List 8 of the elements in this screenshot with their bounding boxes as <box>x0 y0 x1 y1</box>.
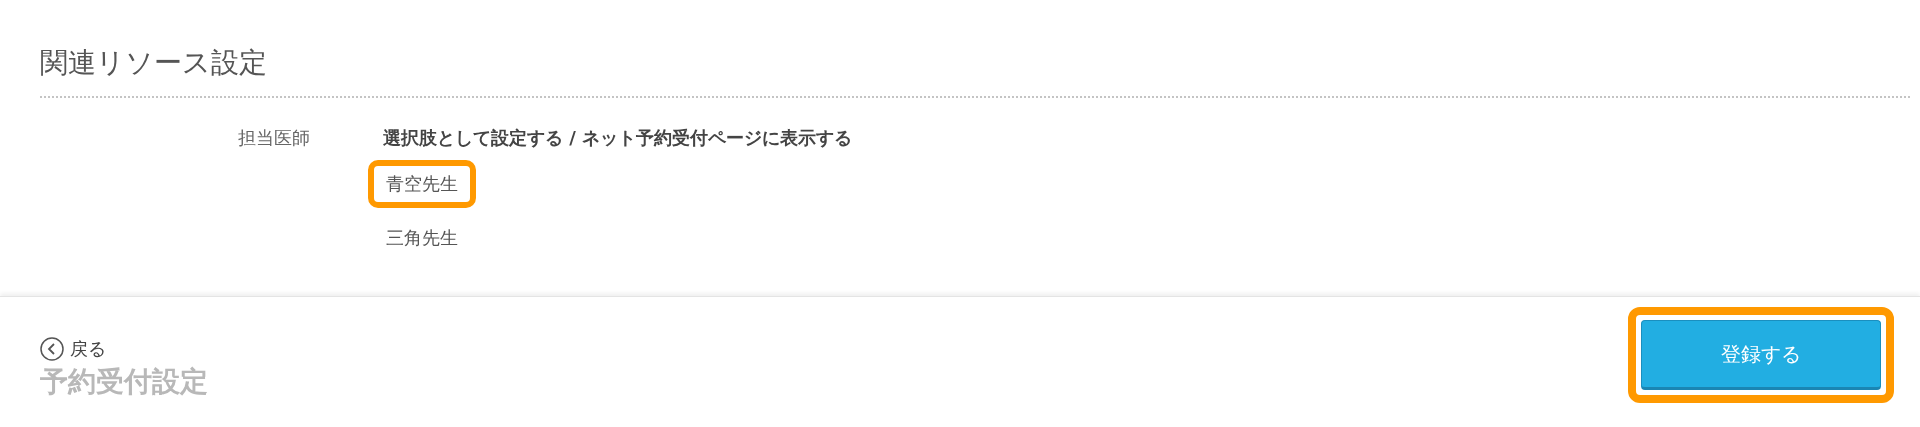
back-link[interactable]: 戻る <box>40 337 208 361</box>
doctor-name[interactable]: 三角先生 <box>368 214 476 262</box>
section-title: 関連リソース設定 <box>40 44 1910 98</box>
field-label: 担当医師 <box>237 126 311 150</box>
back-icon <box>40 337 64 361</box>
column-header: 選択肢として設定する / ネット予約受付ページに表示する <box>383 126 853 150</box>
page-title: 予約受付設定 <box>40 364 208 400</box>
doctor-name[interactable]: 青空先生 <box>368 160 476 208</box>
